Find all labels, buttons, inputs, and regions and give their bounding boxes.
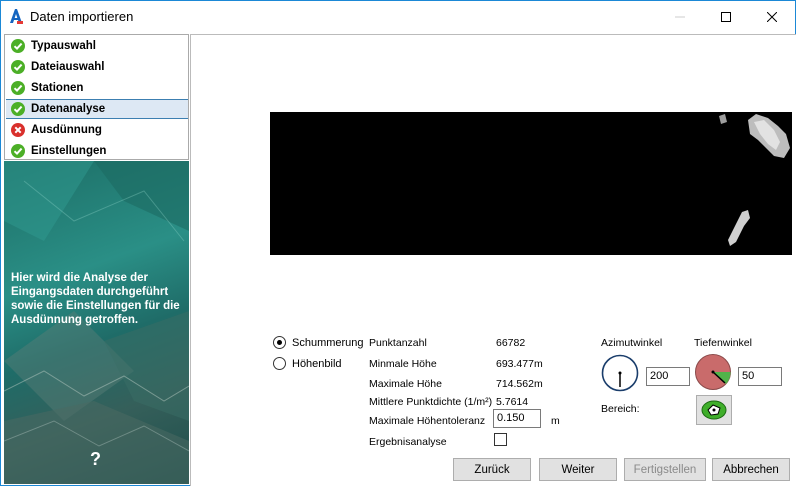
step-stationen[interactable]: Stationen xyxy=(6,78,188,98)
minimize-icon xyxy=(675,16,685,17)
check-icon xyxy=(11,60,25,74)
radio-label: Höhenbild xyxy=(292,357,342,370)
wizard-sidebar: Typauswahl Dateiauswahl Stationen Datena… xyxy=(4,34,189,484)
region-select-icon xyxy=(701,400,727,420)
step-label: Stationen xyxy=(31,82,84,94)
title-bar: Daten importieren xyxy=(1,1,795,32)
depth-input[interactable]: 50 xyxy=(738,367,782,386)
minimize-button[interactable] xyxy=(657,1,703,32)
result-analysis-label: Ergebnisanalyse xyxy=(369,436,447,448)
bereich-label: Bereich: xyxy=(601,403,640,415)
finish-button[interactable]: Fertigstellen xyxy=(624,458,706,481)
step-label: Ausdünnung xyxy=(31,124,102,136)
depth-label: Tiefenwinkel xyxy=(694,337,752,349)
tolerance-label: Maximale Höhentoleranz xyxy=(369,415,486,427)
app-logo-icon xyxy=(10,9,23,24)
stat-label: Punktanzahl xyxy=(369,337,427,349)
step-einstellungen[interactable]: Einstellungen xyxy=(6,141,188,161)
stat-value: 714.562m xyxy=(496,378,543,390)
tolerance-input[interactable]: 0.150 xyxy=(493,409,541,428)
content-area: Schummerung Höhenbild Punktanzahl 66782 … xyxy=(190,34,796,486)
back-button[interactable]: Zurück xyxy=(453,458,531,481)
radio-schummerung[interactable]: Schummerung xyxy=(273,336,364,349)
window-title: Daten importieren xyxy=(30,9,134,24)
error-icon xyxy=(11,123,25,137)
stat-label: Mittlere Punktdichte (1/m²) xyxy=(369,396,493,408)
azimuth-dial[interactable] xyxy=(601,354,639,392)
maximize-icon xyxy=(721,11,731,22)
stat-value: 693.477m xyxy=(496,358,543,370)
step-typauswahl[interactable]: Typauswahl xyxy=(6,36,188,56)
step-label: Dateiauswahl xyxy=(31,61,105,73)
azimuth-label: Azimutwinkel xyxy=(601,337,663,349)
step-ausduennung[interactable]: Ausdünnung xyxy=(6,120,188,140)
import-dialog: Daten importieren Typauswahl Dateiauswah… xyxy=(0,0,796,486)
radio-indicator xyxy=(273,357,286,370)
step-datenanalyse[interactable]: Datenanalyse xyxy=(6,99,188,119)
radio-hoehenbild[interactable]: Höhenbild xyxy=(273,357,342,370)
check-icon xyxy=(11,81,25,95)
check-icon xyxy=(11,144,25,158)
step-list: Typauswahl Dateiauswahl Stationen Datena… xyxy=(4,34,189,160)
check-icon xyxy=(11,39,25,53)
azimuth-input[interactable]: 200 xyxy=(646,367,690,386)
stat-value: 66782 xyxy=(496,337,526,349)
depth-dial[interactable] xyxy=(694,353,732,391)
bereich-button[interactable] xyxy=(696,395,732,425)
radio-indicator xyxy=(273,336,286,349)
maximize-button[interactable] xyxy=(703,1,749,32)
check-icon xyxy=(11,102,25,116)
info-text: Hier wird die Analyse der Eingangsdaten … xyxy=(11,272,180,326)
next-button[interactable]: Weiter xyxy=(539,458,617,481)
result-analysis-checkbox[interactable] xyxy=(494,433,507,446)
close-icon xyxy=(767,11,777,22)
tolerance-unit: m xyxy=(551,415,560,427)
stat-label: Minmale Höhe xyxy=(369,358,437,370)
stat-label: Maximale Höhe xyxy=(369,378,442,390)
step-label: Einstellungen xyxy=(31,145,107,157)
close-button[interactable] xyxy=(749,1,795,32)
step-dateiauswahl[interactable]: Dateiauswahl xyxy=(6,57,188,77)
step-label: Typauswahl xyxy=(31,40,96,52)
cancel-button[interactable]: Abbrechen xyxy=(712,458,790,481)
stat-value: 5.7614 xyxy=(496,396,529,408)
terrain-preview xyxy=(270,112,792,255)
step-label: Datenanalyse xyxy=(31,103,106,115)
help-icon[interactable]: ? xyxy=(90,449,101,470)
radio-label: Schummerung xyxy=(292,336,364,349)
info-panel: Hier wird die Analyse der Eingangsdaten … xyxy=(4,161,189,484)
